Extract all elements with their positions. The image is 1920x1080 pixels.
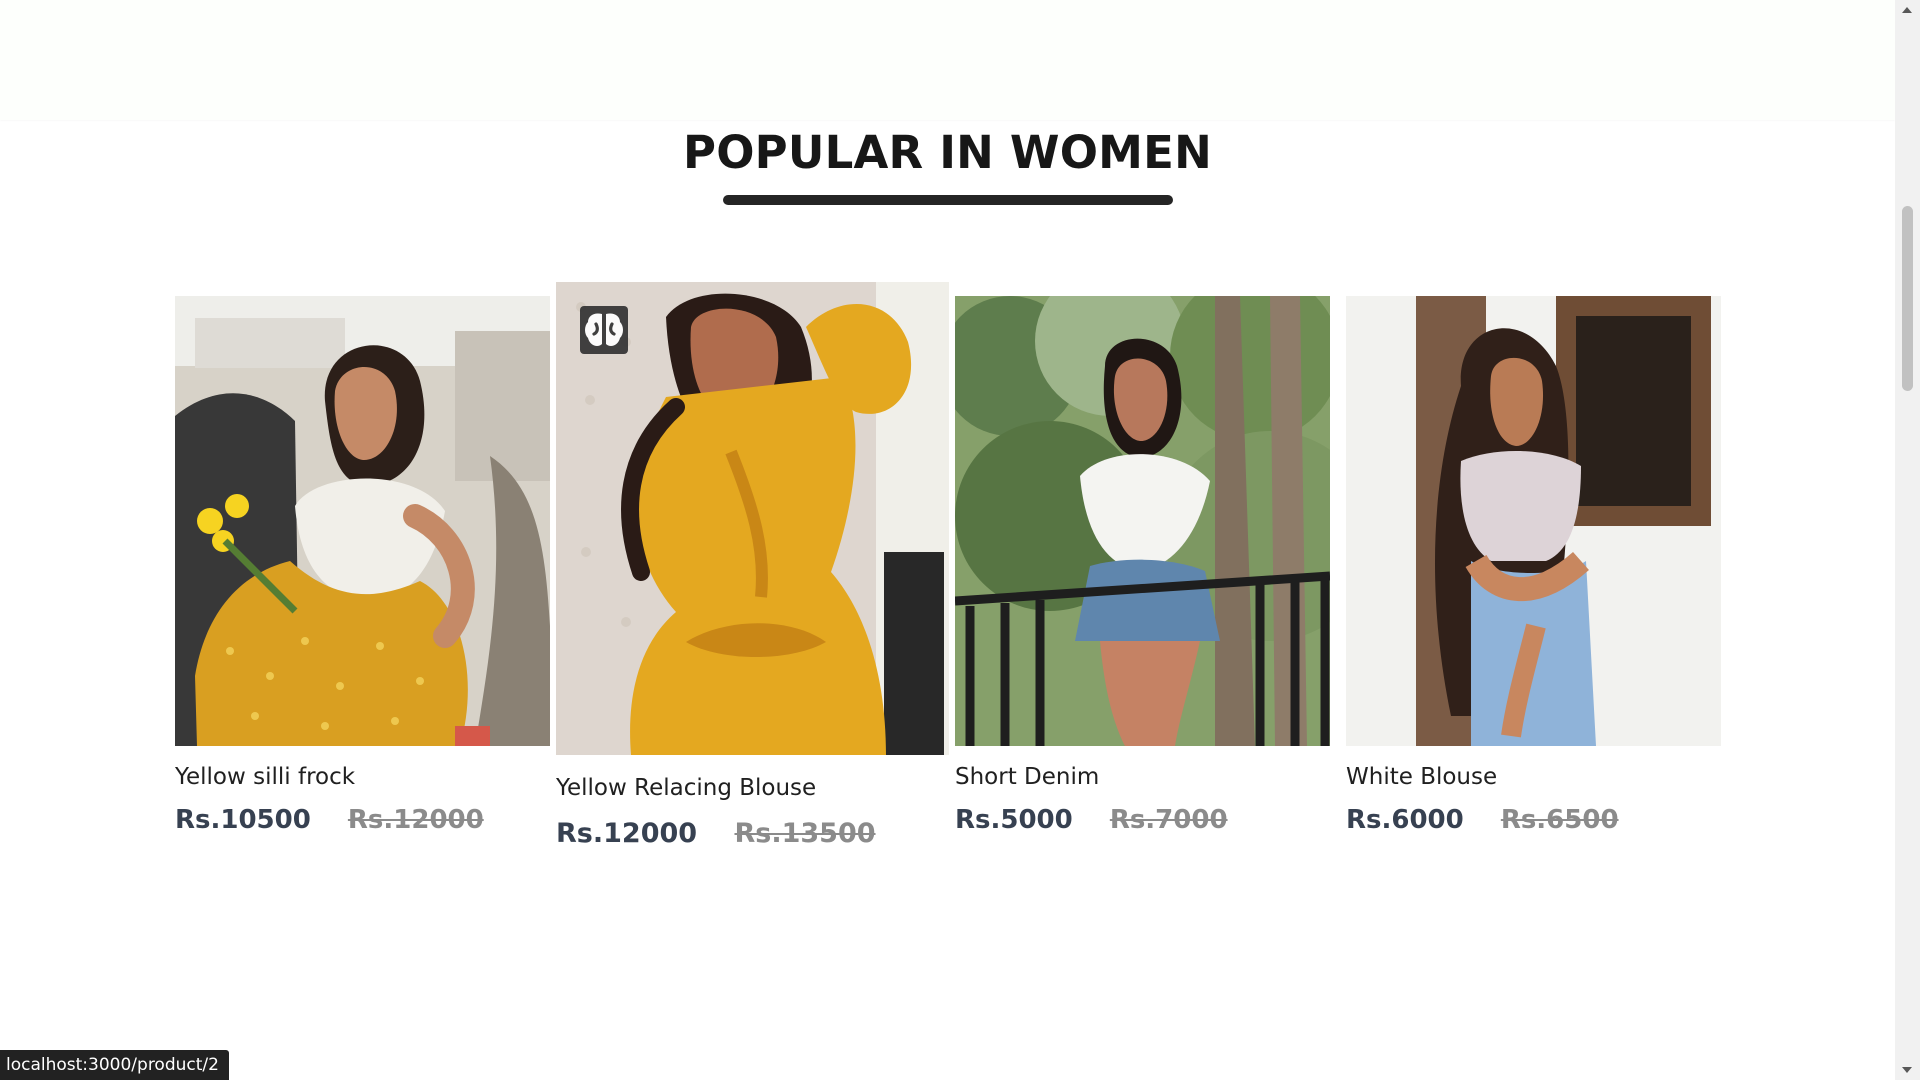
new-price: Rs.10500 xyxy=(175,805,311,835)
product-prices: Rs.12000 Rs.13500 xyxy=(556,818,876,849)
scroll-up-arrow-icon[interactable] xyxy=(1902,7,1912,13)
previous-section-band xyxy=(0,0,1895,120)
product-prices: Rs.10500 Rs.12000 xyxy=(175,805,484,835)
product-image-yellow-relacing-blouse[interactable] xyxy=(556,282,949,755)
product-name[interactable]: Short Denim xyxy=(955,764,1099,790)
status-bar-url: localhost:3000/product/2 xyxy=(0,1050,229,1080)
product-image-white-blouse[interactable] xyxy=(1346,296,1721,746)
product-card-white-blouse[interactable]: White Blouse Rs.6000 Rs.6500 xyxy=(1346,296,1721,846)
product-card-yellow-relacing-blouse[interactable]: Yellow Relacing Blouse Rs.12000 Rs.13500 xyxy=(556,282,949,852)
product-image-yellow-silli-frock[interactable] xyxy=(175,296,550,746)
product-card-short-denim[interactable]: Short Denim Rs.5000 Rs.7000 xyxy=(955,296,1330,846)
product-prices: Rs.6000 Rs.6500 xyxy=(1346,805,1619,835)
brain-icon xyxy=(585,313,623,346)
vertical-scrollbar[interactable] xyxy=(1895,0,1920,1080)
scroll-thumb[interactable] xyxy=(1902,206,1913,391)
new-price: Rs.12000 xyxy=(556,818,698,849)
product-image-short-denim[interactable] xyxy=(955,296,1330,746)
product-name[interactable]: White Blouse xyxy=(1346,764,1497,790)
product-prices: Rs.5000 Rs.7000 xyxy=(955,805,1228,835)
old-price: Rs.6500 xyxy=(1500,805,1619,835)
product-name[interactable]: Yellow silli frock xyxy=(175,764,355,790)
woman-white-blouse-image xyxy=(1346,296,1721,746)
old-price: Rs.13500 xyxy=(734,818,876,849)
woman-in-car-image xyxy=(175,296,550,746)
popular-in-women-page: POPULAR IN WOMEN Yellow silli frock Rs.1… xyxy=(0,0,1920,1080)
section-title: POPULAR IN WOMEN xyxy=(683,126,1212,179)
section-title-underline xyxy=(723,195,1173,205)
product-name[interactable]: Yellow Relacing Blouse xyxy=(556,775,816,801)
visual-search-button[interactable] xyxy=(580,306,628,354)
new-price: Rs.5000 xyxy=(955,805,1073,835)
product-card-yellow-silli-frock[interactable]: Yellow silli frock Rs.10500 Rs.12000 xyxy=(175,296,550,846)
old-price: Rs.7000 xyxy=(1109,805,1228,835)
scroll-down-arrow-icon[interactable] xyxy=(1902,1067,1912,1073)
new-price: Rs.6000 xyxy=(1346,805,1464,835)
old-price: Rs.12000 xyxy=(347,805,484,835)
woman-in-forest-image xyxy=(955,296,1330,746)
